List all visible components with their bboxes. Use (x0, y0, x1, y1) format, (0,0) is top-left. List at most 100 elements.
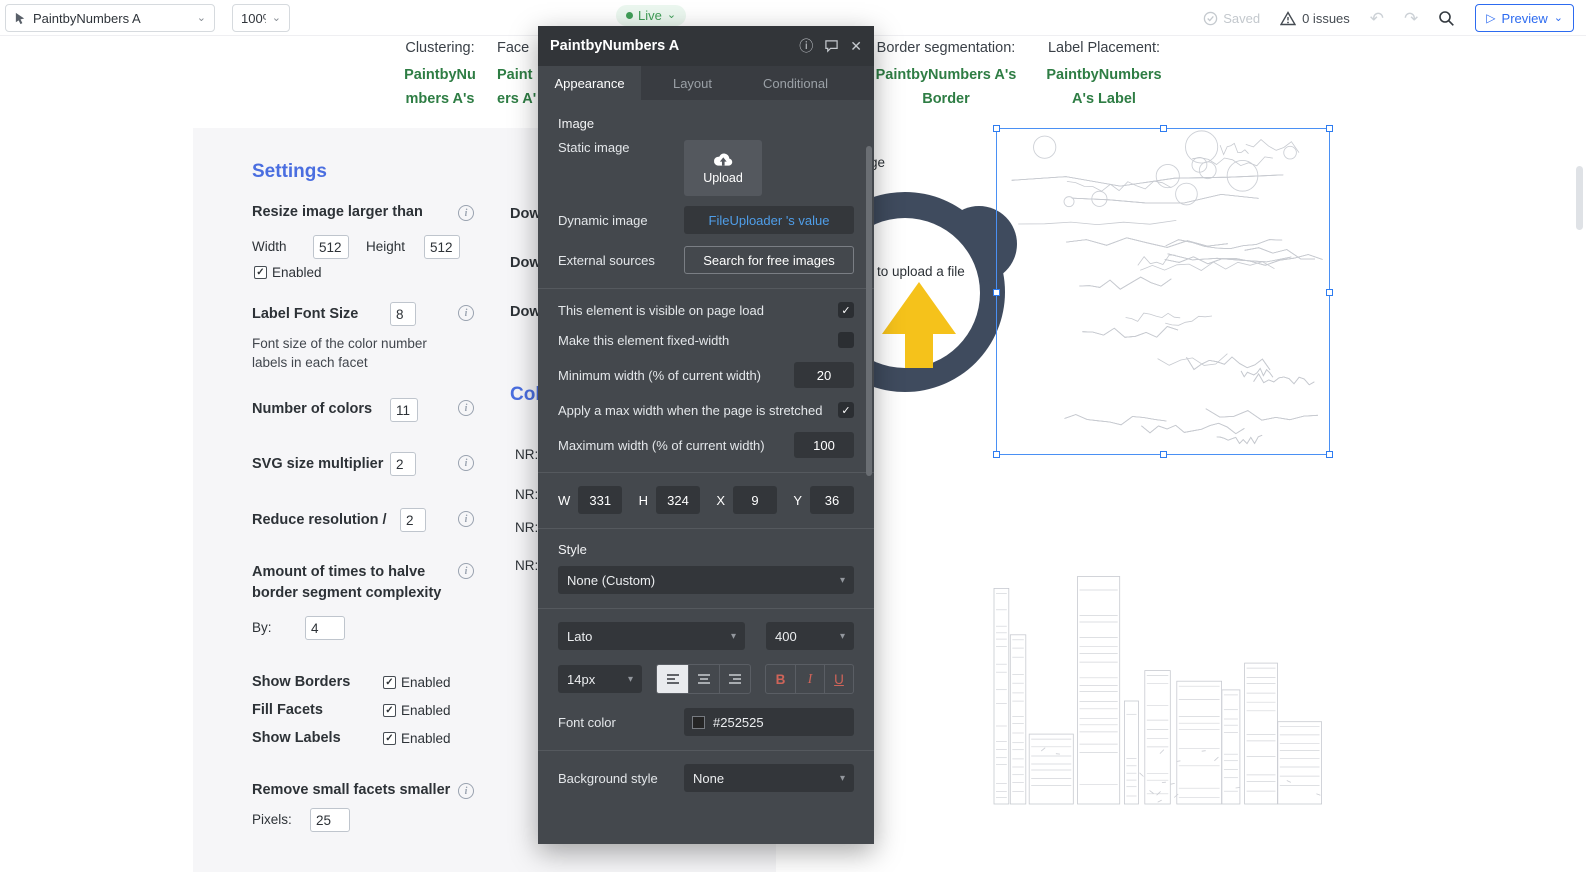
info-icon[interactable]: i (458, 511, 474, 527)
search-free-images-button[interactable]: Search for free images (684, 246, 854, 274)
enabled-label: Enabled (401, 675, 451, 690)
font-weight-dropdown[interactable]: 400 ▾ (766, 622, 854, 650)
bold-button[interactable]: B (766, 665, 795, 693)
static-image-label: Static image (558, 140, 630, 155)
pixels-input[interactable] (310, 808, 350, 832)
halve-by-input[interactable] (305, 616, 345, 640)
resize-handle[interactable] (993, 451, 1000, 458)
info-icon[interactable]: i (458, 563, 474, 579)
align-left-button[interactable] (657, 665, 688, 693)
upload-arrow-icon (882, 282, 956, 334)
font-color-value: #252525 (713, 715, 764, 730)
max-width-input[interactable] (794, 432, 854, 458)
h-input[interactable] (656, 486, 700, 514)
align-center-icon (697, 673, 711, 685)
checkbox-checked-icon: ✓ (254, 266, 267, 279)
x-input[interactable] (733, 486, 777, 514)
remove-small-facets-label: Remove small facets smaller (252, 782, 450, 798)
info-glyph: i (465, 458, 468, 469)
font-family-dropdown[interactable]: Lato ▾ (558, 622, 745, 650)
header-border-segmentation[interactable]: Border segmentation: PaintbyNumbers A's … (862, 40, 1030, 111)
live-version-dropdown[interactable]: Live ⌄ (616, 5, 686, 26)
min-width-input[interactable] (794, 362, 854, 388)
redo-icon[interactable]: ↷ (1404, 10, 1418, 27)
header-label-placement[interactable]: Label Placement: PaintbyNumbers A's Labe… (1030, 40, 1178, 111)
selected-image-element[interactable] (996, 128, 1330, 455)
issues-indicator[interactable]: 0 issues (1280, 11, 1350, 26)
resize-handle[interactable] (993, 289, 1000, 296)
max-width-toggle-checkbox[interactable]: ✓ (838, 402, 854, 418)
visible-on-load-checkbox[interactable]: ✓ (838, 302, 854, 318)
background-style-label: Background style (558, 771, 658, 786)
tab-appearance[interactable]: Appearance (538, 66, 641, 100)
vertical-scrollbar[interactable] (1576, 166, 1583, 230)
dimensions-row: W H X Y (558, 486, 854, 514)
check-icon: ✓ (385, 706, 393, 716)
element-selector-dropdown[interactable]: PaintbyNumbers A ⌄ (5, 4, 215, 32)
align-right-icon (728, 673, 742, 685)
resize-handle[interactable] (1326, 289, 1333, 296)
upload-text-fragment: to upload a file (877, 264, 965, 279)
close-icon[interactable]: ✕ (850, 39, 862, 53)
max-width-label: Maximum width (% of current width) (558, 438, 765, 453)
fill-facets-label: Fill Facets (252, 702, 323, 718)
resize-handle[interactable] (993, 125, 1000, 132)
city-line-art-image[interactable] (990, 490, 1330, 810)
style-section-label: Style (558, 542, 854, 557)
show-labels-checkbox[interactable]: ✓ Enabled (383, 731, 451, 746)
image-section-label: Image (558, 116, 854, 131)
text-align-group (656, 664, 751, 694)
search-icon[interactable] (1438, 10, 1455, 27)
info-icon[interactable]: i (458, 305, 474, 321)
number-of-colors-input[interactable] (390, 398, 418, 422)
undo-icon[interactable]: ↶ (1370, 10, 1384, 27)
align-right-button[interactable] (719, 665, 750, 693)
preview-button[interactable]: ▷ Preview ⌄ (1475, 4, 1574, 32)
background-style-dropdown[interactable]: None ▾ (684, 764, 854, 792)
comment-icon[interactable] (824, 39, 839, 53)
resize-handle[interactable] (1160, 125, 1167, 132)
info-glyph: i (465, 786, 468, 797)
enabled-label: Enabled (272, 265, 322, 280)
svg-multiplier-input[interactable] (390, 452, 416, 476)
fixed-width-checkbox[interactable] (838, 332, 854, 348)
background-style-value: None (693, 771, 724, 786)
font-size-dropdown[interactable]: 14px ▾ (558, 665, 642, 693)
tab-layout[interactable]: Layout (641, 66, 744, 100)
underline-button[interactable]: U (824, 665, 853, 693)
info-icon[interactable]: i (458, 400, 474, 416)
align-center-button[interactable] (688, 665, 719, 693)
info-icon[interactable]: i (458, 783, 474, 799)
property-editor-body: Image Static image Upload Dynamic image (538, 100, 874, 844)
preview-label: Preview (1502, 11, 1548, 26)
info-icon[interactable]: ⓘ (799, 39, 813, 53)
resize-handle[interactable] (1326, 125, 1333, 132)
reduce-resolution-input[interactable] (400, 508, 426, 532)
zoom-dropdown[interactable]: 100% ⌄ (232, 4, 290, 32)
italic-button[interactable]: I (795, 665, 824, 693)
resize-enabled-checkbox[interactable]: ✓ Enabled (254, 265, 322, 280)
dynamic-expression: PaintbyNumbers (1030, 63, 1178, 87)
y-input[interactable] (810, 486, 854, 514)
property-editor-titlebar[interactable]: PaintbyNumbers A ⓘ ✕ (538, 26, 874, 66)
upload-button[interactable]: Upload (684, 140, 762, 196)
style-dropdown[interactable]: None (Custom) ▾ (558, 566, 854, 594)
fill-facets-checkbox[interactable]: ✓ Enabled (383, 703, 451, 718)
panel-scrollbar[interactable] (866, 146, 872, 476)
show-borders-checkbox[interactable]: ✓ Enabled (383, 675, 451, 690)
color-swatch (692, 716, 705, 729)
info-icon[interactable]: i (458, 455, 474, 471)
header-clustering[interactable]: Clustering: PaintbyNu mbers A's (384, 40, 496, 111)
info-icon[interactable]: i (458, 205, 474, 221)
font-color-input[interactable]: #252525 (684, 708, 854, 736)
width-input[interactable] (313, 235, 349, 259)
w-input[interactable] (578, 486, 622, 514)
bubble-editor: PaintbyNumbers A ⌄ 100% ⌄ Live ⌄ Saved 0… (0, 0, 1586, 872)
dynamic-image-expression[interactable]: FileUploader 's value (684, 206, 854, 234)
resize-handle[interactable] (1160, 451, 1167, 458)
height-input[interactable] (424, 235, 460, 259)
resize-handle[interactable] (1326, 451, 1333, 458)
tab-conditional[interactable]: Conditional (744, 66, 847, 100)
text-format-group: B I U (765, 664, 854, 694)
label-font-size-input[interactable] (390, 302, 416, 326)
